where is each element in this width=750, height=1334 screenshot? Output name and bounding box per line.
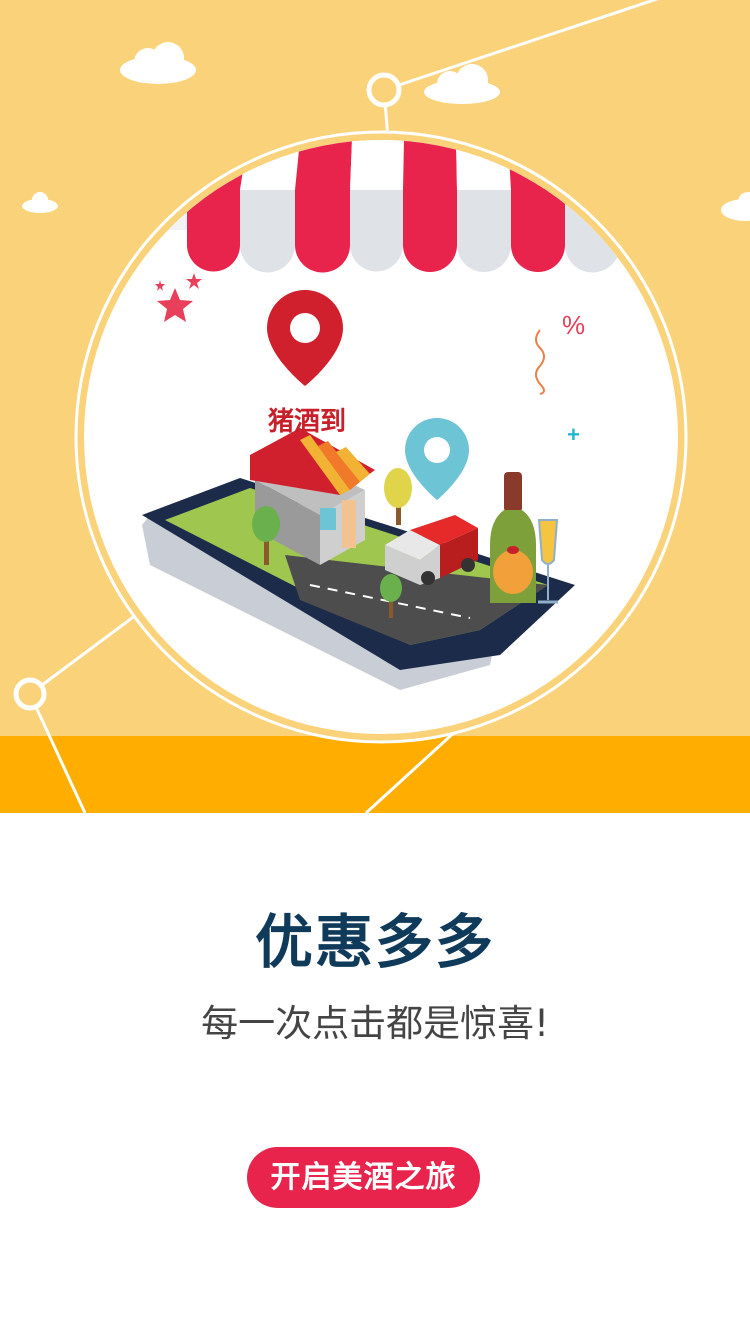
content-section: 优惠多多 每一次点击都是惊喜! 开启美酒之旅	[0, 813, 750, 1334]
awning	[140, 140, 620, 273]
cloud-icon	[424, 64, 500, 104]
page-title: 优惠多多	[254, 908, 495, 976]
network-node	[13, 677, 47, 711]
plus-symbol: +	[567, 422, 580, 447]
cloud-icon	[22, 192, 58, 213]
network-node	[366, 72, 402, 108]
start-journey-button[interactable]: 开启美酒之旅	[247, 1147, 480, 1208]
store-sign: 猪酒到	[268, 407, 346, 437]
cloud-icon	[120, 42, 196, 84]
percent-symbol: %	[562, 310, 585, 340]
page-subtitle: 每一次点击都是惊喜!	[201, 1002, 549, 1045]
hero-scene-svg: % + 猪酒到	[13, 0, 750, 813]
cloud-icon	[721, 192, 750, 221]
hero-illustration-area: % + 猪酒到	[0, 0, 750, 813]
